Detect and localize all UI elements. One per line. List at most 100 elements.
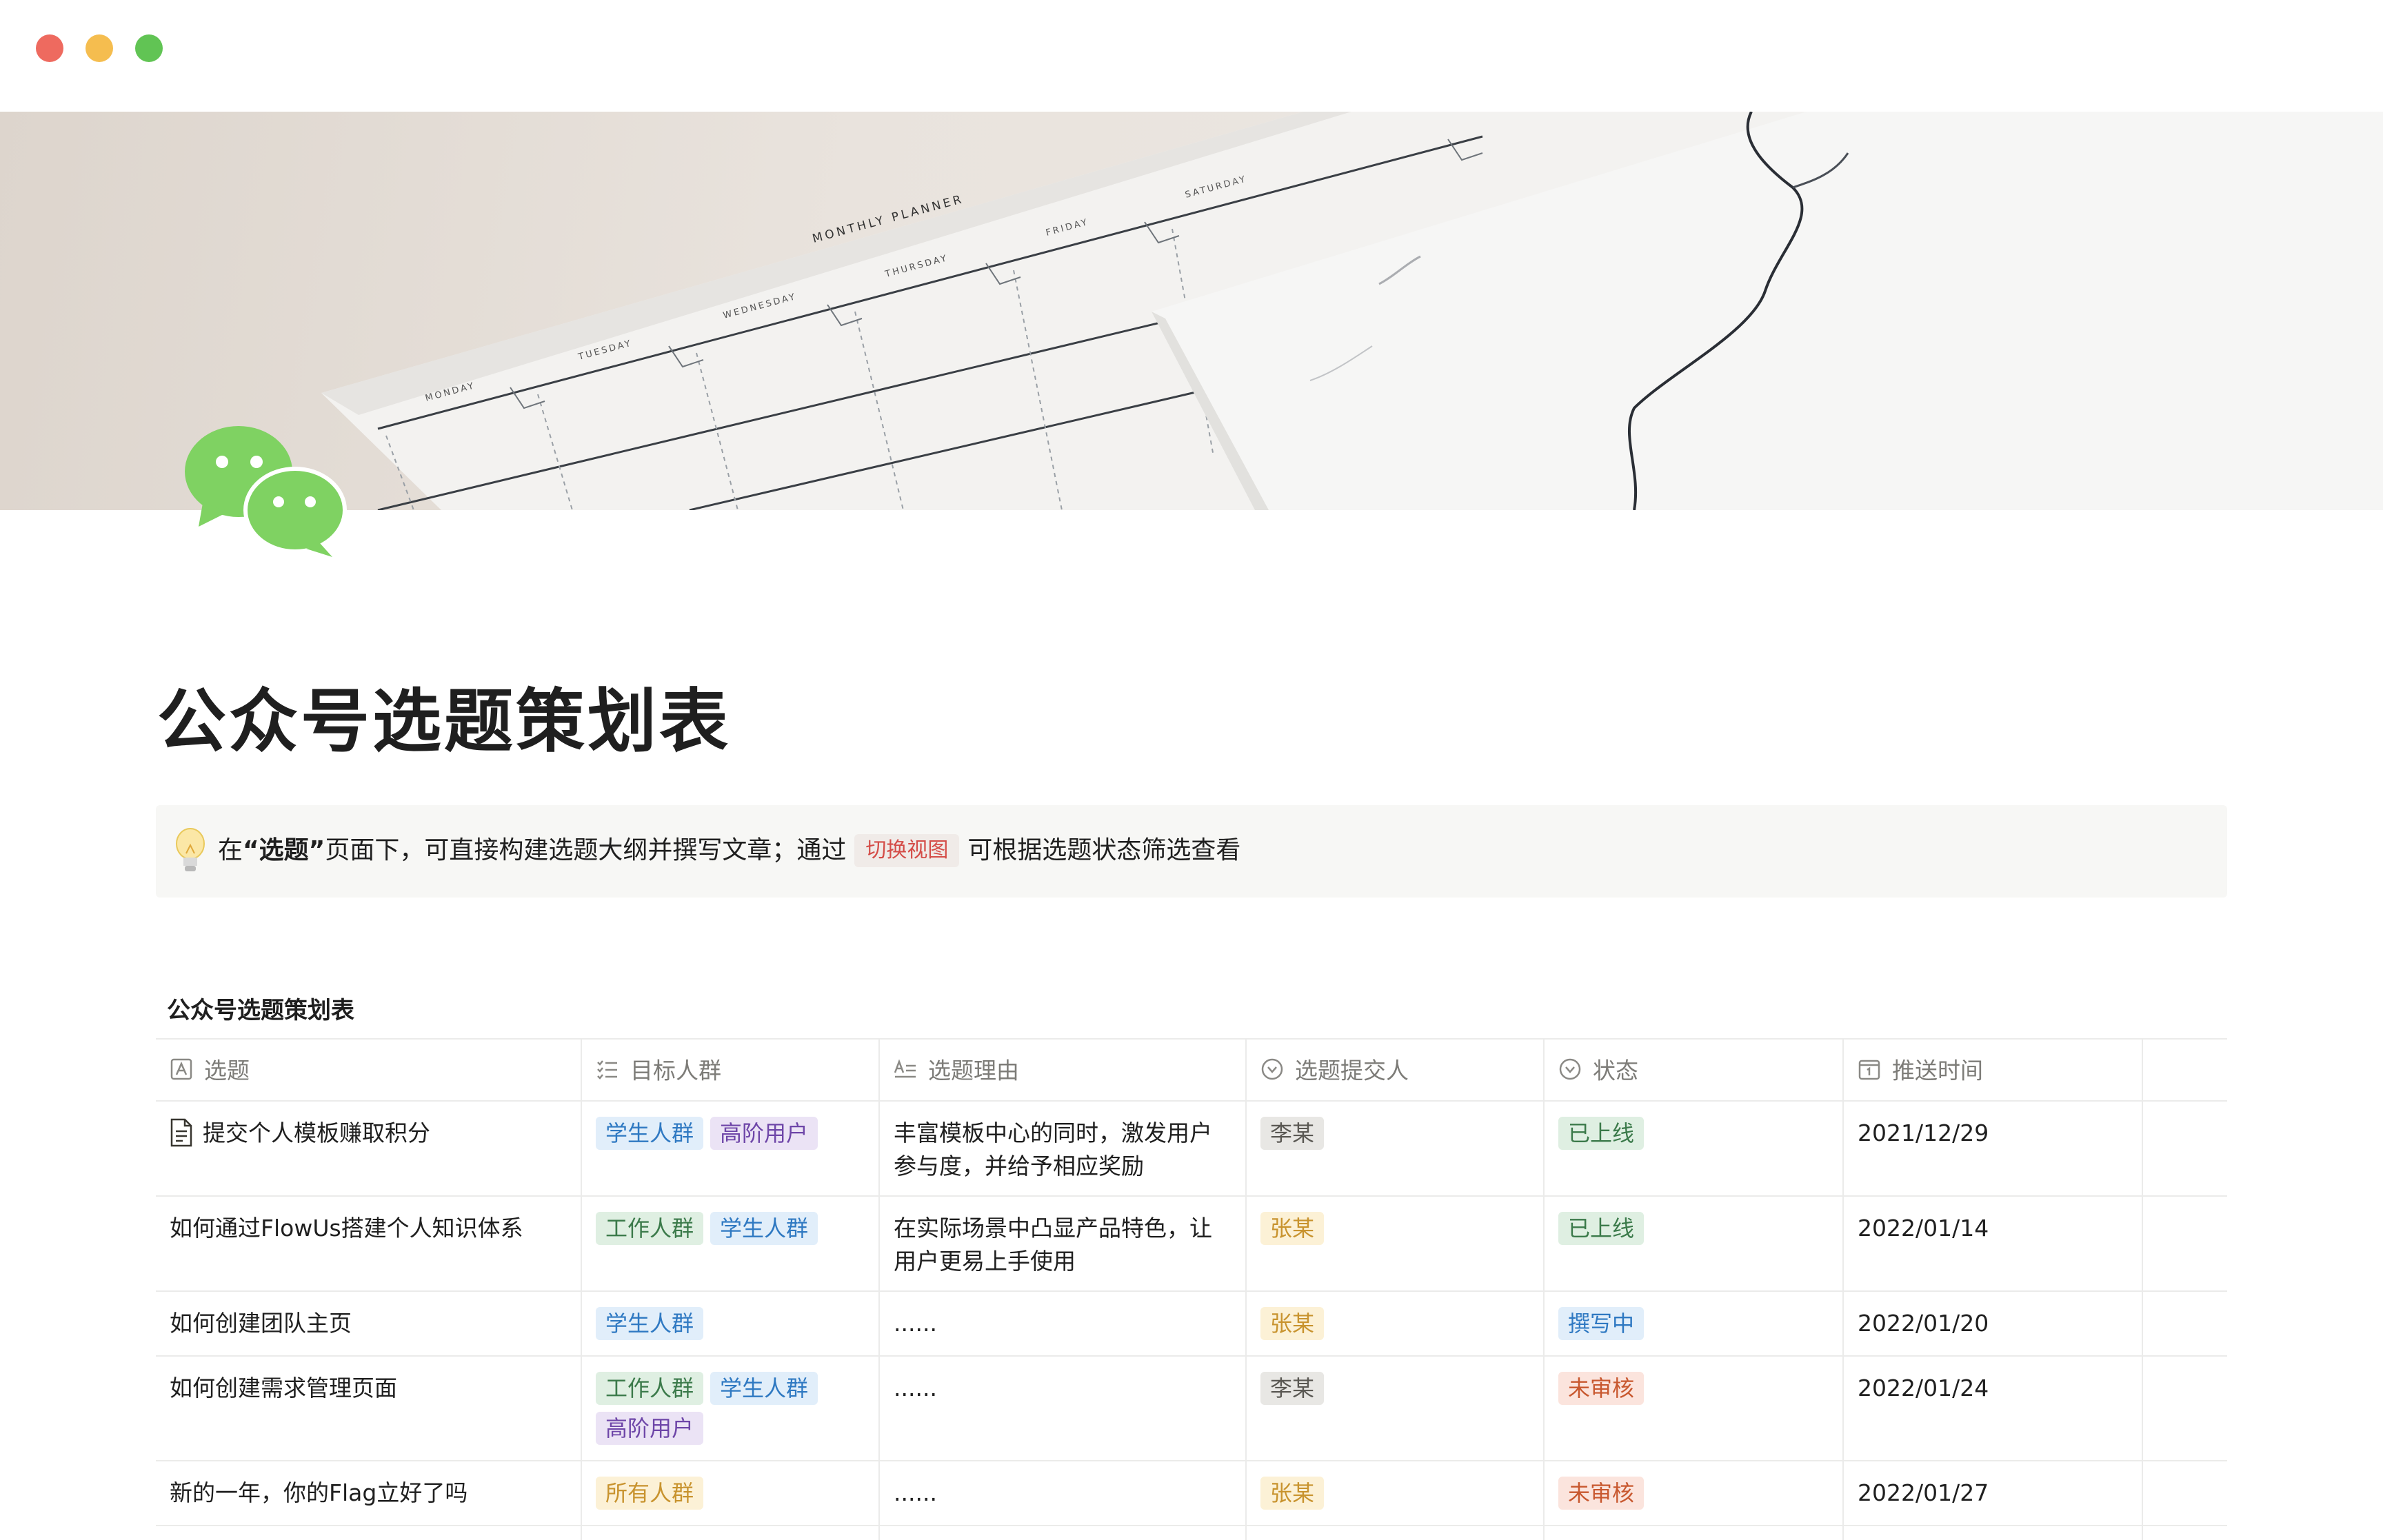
submitter-tag: 张某 bbox=[1260, 1477, 1325, 1510]
submitter-tag: 李某 bbox=[1260, 1117, 1325, 1150]
audience-cell[interactable]: 学生人群 高阶用户 bbox=[582, 1102, 880, 1195]
callout-suffix: 可根据选题状态筛选查看 bbox=[967, 836, 1241, 864]
table-row[interactable]: 提交个人模板赚取积分 学生人群 高阶用户 丰富模板中心的同时，激发用户参与度，并给… bbox=[156, 1102, 2227, 1197]
callout-highlight: “选题” bbox=[243, 836, 325, 864]
submitter-cell[interactable]: 李某 bbox=[1247, 1357, 1545, 1460]
submitter-cell[interactable]: 李某 bbox=[1247, 1102, 1545, 1195]
column-header-submitter[interactable]: 选题提交人 bbox=[1247, 1040, 1545, 1100]
audience-tag: 工作人群 bbox=[596, 1372, 704, 1405]
wechat-icon[interactable] bbox=[185, 422, 350, 560]
topic-cell[interactable]: 如何创建团队主页 bbox=[156, 1292, 582, 1355]
minimize-window-button[interactable] bbox=[86, 34, 113, 62]
empty-cell bbox=[2143, 1461, 2227, 1525]
status-badge: 已上线 bbox=[1558, 1117, 1645, 1150]
empty-cell bbox=[1545, 1526, 1844, 1540]
topic-cell[interactable]: 新的一年，你的Flag立好了吗 bbox=[156, 1461, 582, 1525]
text-icon bbox=[170, 1058, 192, 1080]
empty-cell bbox=[2143, 1292, 2227, 1355]
date-cell[interactable]: 2021/12/29 bbox=[1844, 1102, 2143, 1195]
topic-text[interactable]: 如何通过FlowUs搭建个人知识体系 bbox=[170, 1215, 523, 1242]
empty-cell bbox=[156, 1526, 582, 1540]
cover-image[interactable]: MONTHLY PLANNER MONDAY TUESDAY WEDNESDAY… bbox=[0, 112, 2383, 510]
column-header-topic[interactable]: 选题 bbox=[156, 1040, 582, 1100]
page-title[interactable]: 公众号选题策划表 bbox=[157, 665, 731, 765]
audience-tag: 高阶用户 bbox=[596, 1412, 704, 1445]
status-cell[interactable]: 撰写中 bbox=[1545, 1292, 1844, 1355]
status-cell[interactable]: 未审核 bbox=[1545, 1461, 1844, 1525]
audience-tag: 学生人群 bbox=[710, 1212, 818, 1245]
status-badge: 未审核 bbox=[1558, 1372, 1645, 1405]
light-bulb-icon bbox=[176, 828, 205, 871]
reason-cell[interactable]: 丰富模板中心的同时，激发用户参与度，并给予相应奖励 bbox=[880, 1102, 1247, 1195]
empty-cell bbox=[880, 1526, 1247, 1540]
submitter-tag: 张某 bbox=[1260, 1307, 1325, 1340]
empty-cell bbox=[2143, 1526, 2227, 1540]
topic-text[interactable]: 新的一年，你的Flag立好了吗 bbox=[170, 1479, 467, 1506]
reason-cell[interactable]: ...... bbox=[880, 1461, 1247, 1525]
empty-cell bbox=[1844, 1526, 2143, 1540]
column-header-label: 目标人群 bbox=[630, 1057, 721, 1084]
date-cell[interactable]: 2022/01/20 bbox=[1844, 1292, 2143, 1355]
audience-tag: 学生人群 bbox=[710, 1372, 818, 1405]
topic-cell[interactable]: 如何通过FlowUs搭建个人知识体系 bbox=[156, 1197, 582, 1290]
column-header-label: 选题 bbox=[204, 1057, 250, 1084]
audience-cell[interactable]: 工作人群 学生人群 bbox=[582, 1197, 880, 1290]
date-cell[interactable]: 2022/01/27 bbox=[1844, 1461, 2143, 1525]
database-title[interactable]: 公众号选题策划表 bbox=[167, 991, 354, 1025]
app-window: MONTHLY PLANNER MONDAY TUESDAY WEDNESDAY… bbox=[0, 0, 2383, 1540]
callout-middle: 页面下，可直接构建选题大纲并撰写文章；通过 bbox=[325, 836, 847, 864]
column-header-label: 推送时间 bbox=[1892, 1057, 1983, 1084]
select-icon bbox=[1261, 1058, 1283, 1080]
audience-tag: 学生人群 bbox=[596, 1307, 704, 1340]
date-cell[interactable]: 2022/01/24 bbox=[1844, 1357, 2143, 1460]
empty-cell bbox=[1247, 1526, 1545, 1540]
document-icon bbox=[170, 1118, 192, 1147]
reason-cell[interactable]: ...... bbox=[880, 1292, 1247, 1355]
calendar-icon bbox=[1858, 1060, 1880, 1080]
table-header-row: 选题 目标人群 选题理由 选题提交人 状态 推送时间 bbox=[156, 1040, 2227, 1102]
audience-cell[interactable]: 所有人群 bbox=[582, 1461, 880, 1525]
status-cell[interactable]: 已上线 bbox=[1545, 1102, 1844, 1195]
table-row[interactable]: 新的一年，你的Flag立好了吗 所有人群 ...... 张某 未审核 2022/… bbox=[156, 1461, 2227, 1526]
audience-cell[interactable]: 工作人群 学生人群高阶用户 bbox=[582, 1357, 880, 1460]
submitter-cell[interactable]: 张某 bbox=[1247, 1292, 1545, 1355]
audience-tag: 工作人群 bbox=[596, 1212, 704, 1245]
zoom-window-button[interactable] bbox=[135, 34, 163, 62]
status-cell[interactable]: 未审核 bbox=[1545, 1357, 1844, 1460]
audience-tag: 高阶用户 bbox=[710, 1117, 818, 1150]
topic-text[interactable]: 提交个人模板赚取积分 bbox=[203, 1119, 430, 1146]
audience-cell[interactable]: 学生人群 bbox=[582, 1292, 880, 1355]
table-row[interactable]: 如何创建需求管理页面 工作人群 学生人群高阶用户 ...... 李某 未审核 20… bbox=[156, 1357, 2227, 1461]
audience-tag: 学生人群 bbox=[596, 1117, 704, 1150]
status-badge: 撰写中 bbox=[1558, 1307, 1645, 1340]
topic-cell[interactable]: 如何创建需求管理页面 bbox=[156, 1357, 582, 1460]
date-cell[interactable]: 2022/01/14 bbox=[1844, 1197, 2143, 1290]
column-header-status[interactable]: 状态 bbox=[1545, 1040, 1844, 1100]
table-row[interactable]: 如何创建团队主页 学生人群 ...... 张某 撰写中 2022/01/20 bbox=[156, 1292, 2227, 1357]
submitter-tag: 张某 bbox=[1260, 1212, 1325, 1245]
inline-code-switch-view: 切换视图 bbox=[854, 834, 960, 867]
long-text-icon bbox=[894, 1059, 916, 1078]
add-column-area[interactable] bbox=[2143, 1040, 2227, 1100]
submitter-cell[interactable]: 张某 bbox=[1247, 1461, 1545, 1525]
topic-text[interactable]: 如何创建需求管理页面 bbox=[170, 1375, 397, 1401]
table-row[interactable] bbox=[156, 1526, 2227, 1540]
empty-cell bbox=[2143, 1102, 2227, 1195]
topic-text[interactable]: 如何创建团队主页 bbox=[170, 1310, 352, 1337]
submitter-cell[interactable]: 张某 bbox=[1247, 1197, 1545, 1290]
status-badge: 未审核 bbox=[1558, 1477, 1645, 1510]
column-header-date[interactable]: 推送时间 bbox=[1844, 1040, 2143, 1100]
status-cell[interactable]: 已上线 bbox=[1545, 1197, 1844, 1290]
column-header-label: 选题提交人 bbox=[1295, 1057, 1409, 1084]
topic-cell[interactable]: 提交个人模板赚取积分 bbox=[156, 1102, 582, 1195]
close-window-button[interactable] bbox=[36, 34, 63, 62]
callout-block[interactable]: 在“选题”页面下，可直接构建选题大纲并撰写文章；通过 切换视图 可根据选题状态筛选查… bbox=[156, 805, 2227, 898]
cover-illustration: MONTHLY PLANNER MONDAY TUESDAY WEDNESDAY… bbox=[321, 112, 2383, 510]
table-row[interactable]: 如何通过FlowUs搭建个人知识体系 工作人群 学生人群 在实际场景中凸显产品特色… bbox=[156, 1197, 2227, 1292]
column-header-reason[interactable]: 选题理由 bbox=[880, 1040, 1247, 1100]
reason-cell[interactable]: 在实际场景中凸显产品特色，让用户更易上手使用 bbox=[880, 1197, 1247, 1290]
column-header-audience[interactable]: 目标人群 bbox=[582, 1040, 880, 1100]
audience-tag: 所有人群 bbox=[596, 1477, 704, 1510]
submitter-tag: 李某 bbox=[1260, 1372, 1325, 1405]
reason-cell[interactable]: ...... bbox=[880, 1357, 1247, 1460]
